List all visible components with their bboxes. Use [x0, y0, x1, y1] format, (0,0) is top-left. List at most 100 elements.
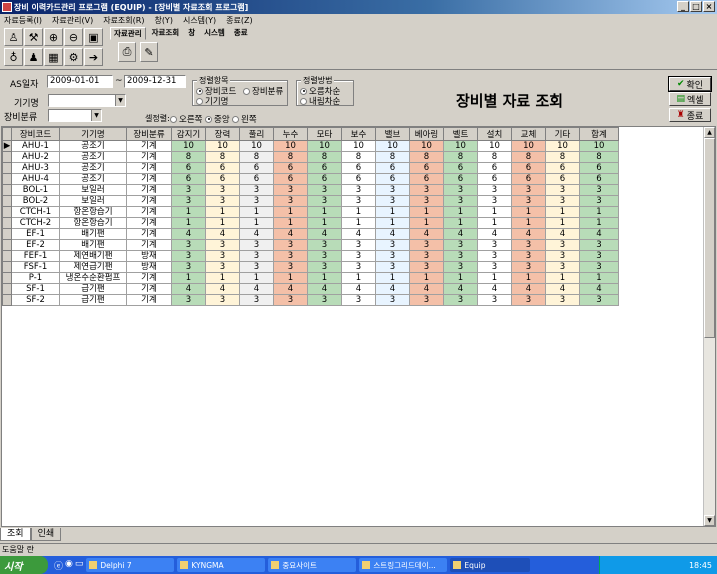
- table-cell[interactable]: 3: [409, 195, 444, 207]
- table-cell[interactable]: 6: [443, 162, 478, 174]
- table-cell[interactable]: 1: [443, 272, 478, 284]
- maximize-button[interactable]: □: [690, 1, 702, 12]
- machine-name-select[interactable]: ▼: [48, 94, 126, 107]
- table-cell[interactable]: 냉온수순환펌프: [59, 272, 127, 284]
- table-cell[interactable]: 기계: [126, 228, 172, 240]
- table-cell[interactable]: 1: [409, 272, 444, 284]
- table-cell[interactable]: 3: [579, 184, 619, 196]
- table-row[interactable]: AHU-2 공조기 기계 8 8 8 8 8 8 8 8 8 8 8 8 8: [2, 151, 619, 163]
- table-cell[interactable]: 3: [477, 239, 512, 251]
- table-cell[interactable]: 8: [375, 151, 410, 163]
- task-kyngma[interactable]: KYNGMA: [177, 558, 266, 572]
- table-cell[interactable]: 4: [205, 283, 240, 295]
- table-cell[interactable]: 3: [341, 261, 376, 273]
- table-cell[interactable]: 3: [375, 250, 410, 262]
- table-row[interactable]: ▶ AHU-1 공조기 기계 10 10 10 10 10 10 10 10 10 10 10 10 10: [2, 140, 619, 152]
- table-cell[interactable]: 급기팬: [59, 283, 127, 295]
- table-cell[interactable]: 4: [511, 283, 546, 295]
- excel-button[interactable]: ▤ 엑셀: [669, 92, 711, 106]
- table-cell[interactable]: 8: [307, 151, 342, 163]
- table-cell[interactable]: 3: [205, 250, 240, 262]
- table-cell[interactable]: 3: [477, 294, 512, 306]
- table-cell[interactable]: 3: [511, 239, 546, 251]
- table-cell[interactable]: 기계: [126, 195, 172, 207]
- table-cell[interactable]: 3: [307, 239, 342, 251]
- table-cell[interactable]: 4: [239, 283, 274, 295]
- column-header[interactable]: 설치: [477, 127, 512, 141]
- table-cell[interactable]: 3: [341, 195, 376, 207]
- menu-system[interactable]: 시스템(Y): [183, 15, 216, 26]
- table-cell[interactable]: 3: [511, 250, 546, 262]
- table-cell[interactable]: 8: [511, 151, 546, 163]
- table-cell[interactable]: 3: [511, 184, 546, 196]
- lightbulb-icon[interactable]: ♁: [4, 48, 23, 66]
- table-cell[interactable]: 10: [307, 140, 342, 152]
- table-cell[interactable]: 3: [341, 294, 376, 306]
- table-cell[interactable]: 1: [205, 272, 240, 284]
- table-cell[interactable]: 10: [273, 140, 308, 152]
- table-row[interactable]: CTCH-2 항온항습기 기계 1 1 1 1 1 1 1 1 1 1 1 1 1: [2, 217, 619, 229]
- table-cell[interactable]: 8: [579, 151, 619, 163]
- table-cell[interactable]: 3: [341, 239, 376, 251]
- table-cell[interactable]: 1: [545, 206, 580, 218]
- table-cell[interactable]: BOL-2: [11, 195, 60, 207]
- table-cell[interactable]: 8: [477, 151, 512, 163]
- table-cell[interactable]: AHU-4: [11, 173, 60, 185]
- table-cell[interactable]: 3: [545, 261, 580, 273]
- table-cell[interactable]: 6: [171, 173, 206, 185]
- person-icon[interactable]: ♟: [24, 48, 43, 66]
- column-header[interactable]: 합계: [579, 127, 619, 141]
- table-cell[interactable]: 6: [443, 173, 478, 185]
- table-cell[interactable]: 10: [171, 140, 206, 152]
- table-cell[interactable]: 6: [545, 173, 580, 185]
- desktop-icon[interactable]: ▭: [75, 559, 84, 572]
- table-cell[interactable]: 4: [443, 228, 478, 240]
- table-cell[interactable]: 1: [307, 217, 342, 229]
- table-cell[interactable]: 4: [579, 228, 619, 240]
- table-cell[interactable]: 4: [341, 283, 376, 295]
- table-cell[interactable]: 3: [171, 184, 206, 196]
- table-cell[interactable]: 4: [307, 283, 342, 295]
- table-cell[interactable]: 3: [239, 250, 274, 262]
- table-cell[interactable]: 4: [375, 228, 410, 240]
- table-cell[interactable]: 6: [477, 162, 512, 174]
- table-cell[interactable]: 1: [477, 272, 512, 284]
- scroll-thumb[interactable]: [704, 138, 715, 338]
- table-cell[interactable]: 1: [375, 217, 410, 229]
- table-cell[interactable]: 보일러: [59, 195, 127, 207]
- table-cell[interactable]: 4: [341, 228, 376, 240]
- table-cell[interactable]: 1: [341, 272, 376, 284]
- table-cell[interactable]: 3: [409, 294, 444, 306]
- table-cell[interactable]: 3: [273, 250, 308, 262]
- table-cell[interactable]: FEF-1: [11, 250, 60, 262]
- table-cell[interactable]: 8: [341, 151, 376, 163]
- table-cell[interactable]: 4: [511, 228, 546, 240]
- table-cell[interactable]: 1: [273, 206, 308, 218]
- exit-door-icon[interactable]: ➔: [84, 48, 103, 66]
- table-cell[interactable]: 6: [307, 162, 342, 174]
- table-cell[interactable]: 6: [375, 162, 410, 174]
- table-cell[interactable]: 6: [579, 173, 619, 185]
- table-cell[interactable]: 1: [443, 217, 478, 229]
- table-cell[interactable]: 항온항습기: [59, 217, 127, 229]
- table-cell[interactable]: 1: [511, 272, 546, 284]
- table-cell[interactable]: 10: [545, 140, 580, 152]
- table-cell[interactable]: CTCH-1: [11, 206, 60, 218]
- column-header[interactable]: 장비코드: [11, 127, 60, 141]
- table-cell[interactable]: 3: [579, 261, 619, 273]
- exit-button[interactable]: ♜ 종료: [669, 108, 711, 122]
- radio-descending[interactable]: 내림차순: [300, 95, 340, 107]
- table-cell[interactable]: SF-2: [11, 294, 60, 306]
- table-cell[interactable]: 6: [409, 162, 444, 174]
- table-cell[interactable]: 10: [477, 140, 512, 152]
- table-cell[interactable]: 3: [307, 250, 342, 262]
- table-cell[interactable]: 3: [375, 261, 410, 273]
- table-cell[interactable]: 3: [239, 261, 274, 273]
- table-cell[interactable]: 4: [239, 228, 274, 240]
- table-cell[interactable]: 6: [239, 173, 274, 185]
- table-cell[interactable]: 6: [341, 162, 376, 174]
- confirm-button[interactable]: ✔ 확인: [668, 76, 712, 92]
- table-cell[interactable]: 1: [409, 217, 444, 229]
- table-cell[interactable]: 6: [341, 173, 376, 185]
- media-icon[interactable]: ◉: [65, 559, 73, 572]
